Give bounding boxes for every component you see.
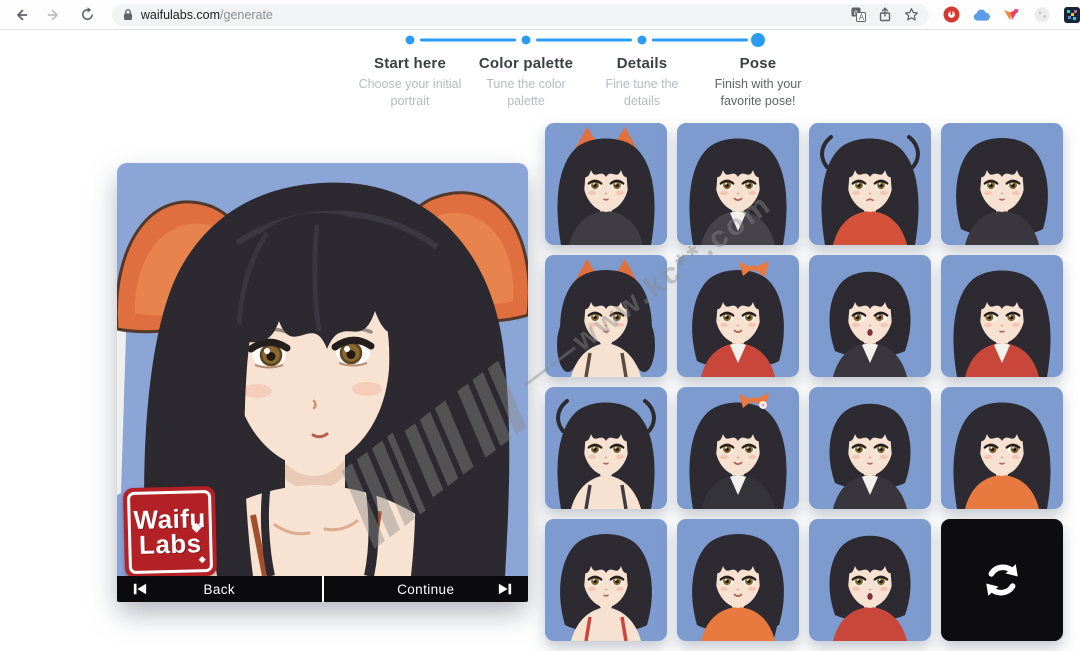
waifulabs-logo: Waifu Labs [123,486,217,576]
step-title: Pose [700,55,816,72]
extensions-row [943,6,1080,23]
step-connector-line [420,39,516,42]
extension-gray-circle[interactable] [1033,6,1050,23]
page-content: Start here Choose your initial portraitC… [0,31,1080,651]
browser-toolbar: waifulabs.com/generate aA [0,0,1080,30]
selected-portrait-panel: Waifu Labs Back Continue [117,163,528,602]
step-subtitle: Choose your initial portrait [352,76,468,111]
extension-blue-cloud[interactable] [973,6,990,23]
step-subtitle: Fine tune the details [584,76,700,111]
forward-arrow-icon[interactable] [41,2,66,28]
preview-button-bar: Back Continue [117,576,528,602]
refresh-cycle-icon [971,549,1033,611]
logo-text-line1: Waifu [133,506,206,533]
extension-red-shield[interactable] [943,6,960,23]
portrait-grid [545,123,1063,641]
portrait-tile-9[interactable] [545,387,667,509]
progress-stepper: Start here Choose your initial portraitC… [352,31,816,111]
extension-dark-grid[interactable] [1063,6,1080,23]
step-dot-3[interactable] [638,36,647,45]
step-title: Details [584,55,700,72]
extension-orange-pink[interactable] [1003,6,1020,23]
portrait-tile-10[interactable] [677,387,799,509]
portrait-tile-11[interactable] [809,387,931,509]
portrait-tile-15[interactable] [809,519,931,641]
step-start-here[interactable]: Start here Choose your initial portrait [352,49,468,111]
logo-text-line2: Labs [139,531,202,557]
url-bar[interactable]: waifulabs.com/generate aA [112,4,929,26]
step-color-palette[interactable]: Color palette Tune the color palette [468,49,584,111]
step-connector-line [536,39,632,42]
continue-button[interactable]: Continue [322,576,529,602]
step-pose[interactable]: Pose Finish with your favorite pose! [700,49,816,111]
portrait-tile-14[interactable] [677,519,799,641]
sparkle-icon [199,556,206,563]
translate-icon[interactable]: aA [851,7,866,22]
portrait-tile-12[interactable] [941,387,1063,509]
back-arrow-icon[interactable] [8,2,33,28]
portrait-tile-3[interactable] [809,123,931,245]
skip-next-icon [498,583,512,596]
skip-previous-icon [133,583,147,596]
portrait-tile-13[interactable] [545,519,667,641]
bookmark-star-icon[interactable] [904,7,919,22]
step-dot-2[interactable] [522,36,531,45]
portrait-tile-6[interactable] [677,255,799,377]
step-subtitle: Finish with your favorite pose! [700,76,816,111]
step-dot-1[interactable] [406,36,415,45]
selected-portrait-image: Waifu Labs [117,163,528,576]
sparkle-icon [191,523,201,533]
portrait-tile-4[interactable] [941,123,1063,245]
step-title: Color palette [468,55,584,72]
back-button[interactable]: Back [117,576,322,602]
lock-icon [122,8,134,21]
stepper-labels: Start here Choose your initial portraitC… [352,49,816,111]
step-title: Start here [352,55,468,72]
step-subtitle: Tune the color palette [468,76,584,111]
portrait-tile-5[interactable] [545,255,667,377]
portrait-tile-1[interactable] [545,123,667,245]
portrait-tile-8[interactable] [941,255,1063,377]
svg-text:A: A [859,13,865,22]
step-dot-4[interactable] [751,33,765,47]
refresh-icon[interactable] [75,2,100,28]
url-text: waifulabs.com/generate [141,8,273,22]
step-details[interactable]: Details Fine tune the details [584,49,700,111]
portrait-tile-2[interactable] [677,123,799,245]
regenerate-button[interactable] [941,519,1063,641]
share-icon[interactable] [878,7,892,22]
portrait-tile-7[interactable] [809,255,931,377]
stepper-dots [352,31,816,49]
step-connector-line [652,39,748,42]
